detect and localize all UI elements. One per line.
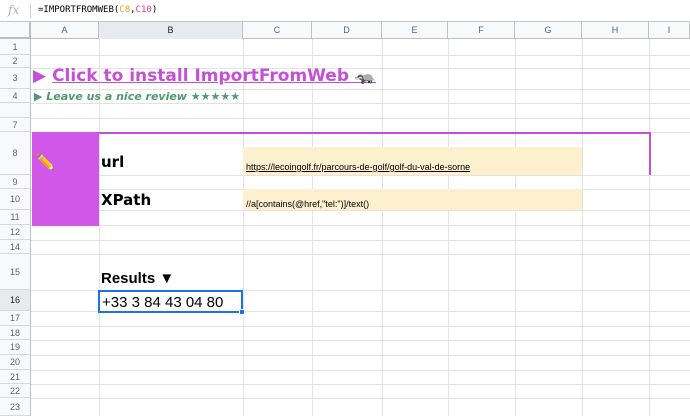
row-header-21[interactable]: 21 [0, 370, 31, 384]
purple-outline-right [649, 132, 651, 175]
formula-prefix: =IMPORTFROMWEB( [38, 5, 120, 15]
row-header-1[interactable]: 1 [0, 39, 31, 55]
row-header-3[interactable]: 3 [0, 68, 31, 89]
column-header-i[interactable]: I [649, 22, 690, 39]
play-icon: ▶ [33, 66, 47, 86]
column-header-h[interactable]: H [582, 22, 649, 39]
formula-ref-c8: C8 [119, 5, 131, 15]
url-value[interactable]: https://lecoingolf.fr/parcours-de-golf/g… [246, 162, 470, 172]
row-header-hidden [0, 103, 31, 118]
result-cell-selected[interactable]: +33 3 84 43 04 80 [98, 290, 243, 313]
formula-suffix: ) [151, 5, 158, 15]
row-header-19[interactable]: 19 [0, 340, 31, 355]
result-value: +33 3 84 43 04 80 [102, 294, 224, 311]
column-header-b[interactable]: B [99, 22, 243, 39]
url-label: url [101, 153, 125, 171]
column-header-d[interactable]: D [312, 22, 382, 39]
row-header-12[interactable]: 12 [0, 225, 31, 240]
pencil-icon: ✏️ [35, 154, 55, 171]
column-header-f[interactable]: F [448, 22, 515, 39]
fx-icon: fx [8, 3, 20, 17]
column-header-c[interactable]: C [243, 22, 312, 39]
row-header-4[interactable]: 4 [0, 89, 31, 103]
row-header-11[interactable]: 11 [0, 210, 31, 225]
purple-block-a [32, 132, 99, 226]
row-header-20[interactable]: 20 [0, 355, 31, 370]
fill-handle[interactable] [239, 309, 245, 315]
select-all-corner[interactable] [0, 22, 31, 39]
row-header-7[interactable]: 7 [0, 118, 31, 132]
row-header-9[interactable]: 9 [0, 175, 31, 189]
purple-outline-top [99, 132, 651, 134]
row-header-23[interactable]: 23 [0, 398, 31, 416]
column-header-bar: A B C D E F G H I [0, 22, 690, 39]
column-header-e[interactable]: E [382, 22, 448, 39]
column-header-a[interactable]: A [31, 22, 99, 39]
formula-ref-c10: C10 [135, 5, 152, 15]
spreadsheet-grid[interactable]: ▶ Click to install ImportFromWeb 🦡 ▶ Leav… [0, 22, 690, 416]
formula-bar-divider [30, 4, 31, 18]
row-header-16[interactable]: 16 [0, 290, 31, 311]
formula-bar: fx =IMPORTFROMWEB(C8,C10) [0, 0, 690, 22]
row-header-22[interactable]: 22 [0, 384, 31, 398]
install-link[interactable]: ▶ Click to install ImportFromWeb 🦡 [33, 66, 376, 86]
review-link[interactable]: ▶ Leave us a nice review ★★★★★ [34, 90, 240, 103]
row-header-18[interactable]: 18 [0, 326, 31, 340]
row-header-14[interactable]: 14 [0, 240, 31, 254]
formula-input[interactable]: =IMPORTFROMWEB(C8,C10) [38, 5, 157, 15]
install-link-text: Click to install ImportFromWeb 🦡 [52, 66, 377, 86]
row-header-10[interactable]: 10 [0, 189, 31, 210]
results-label: Results ▼ [101, 270, 175, 287]
xpath-value[interactable]: //a[contains(@href,"tel:")]/text() [246, 199, 369, 209]
row-header-2[interactable]: 2 [0, 55, 31, 68]
column-header-g[interactable]: G [515, 22, 582, 39]
xpath-label: XPath [101, 191, 152, 209]
row-header-8[interactable]: 8 [0, 132, 31, 175]
row-header-17[interactable]: 17 [0, 311, 31, 326]
row-header-15[interactable]: 15 [0, 254, 31, 290]
